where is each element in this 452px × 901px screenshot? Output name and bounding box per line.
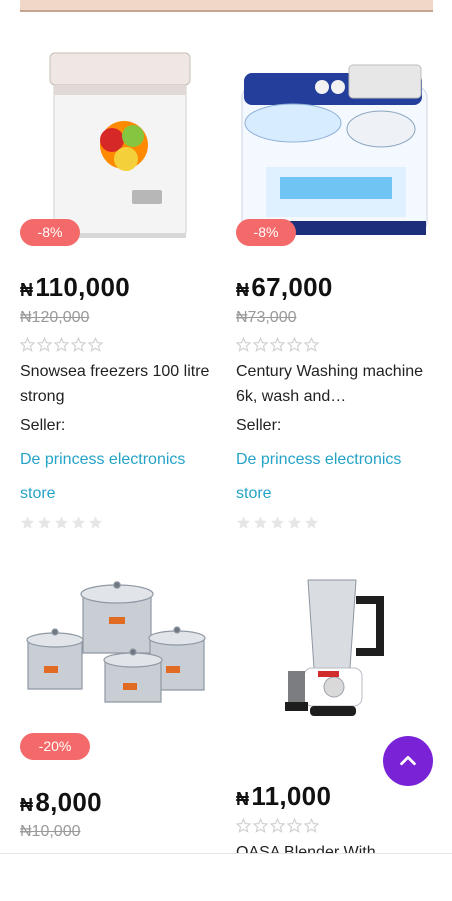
product-price: ₦110,000 xyxy=(20,272,130,303)
seller-rating-stars xyxy=(236,515,319,530)
price-value: 67,000 xyxy=(251,272,333,302)
discount-badge: -20% xyxy=(20,733,90,760)
star-outline-icon xyxy=(287,337,302,352)
currency-symbol: ₦ xyxy=(20,795,34,815)
price-value: 110,000 xyxy=(35,272,130,302)
star-filled-icon xyxy=(71,516,86,529)
star-filled-icon xyxy=(253,516,268,529)
seller-link[interactable]: De princess electronics store xyxy=(20,443,216,511)
star-filled-icon xyxy=(236,516,251,529)
old-price: ₦73,000 xyxy=(236,309,297,326)
seller-label: Seller: xyxy=(236,417,282,434)
star-outline-icon xyxy=(37,337,52,352)
product-price: ₦8,000 xyxy=(20,787,102,818)
old-price: ₦120,000 xyxy=(20,309,90,326)
rating-stars xyxy=(20,337,103,352)
rating-stars xyxy=(236,337,319,352)
star-filled-icon xyxy=(287,516,302,529)
star-outline-icon xyxy=(54,337,69,352)
star-outline-icon xyxy=(71,337,86,352)
product-card[interactable]: ₦11,000 OASA Blender With xyxy=(236,565,432,865)
currency-symbol: ₦ xyxy=(236,789,250,809)
product-title[interactable]: Century Washing machine 6k, wash and… xyxy=(236,359,426,409)
product-card[interactable]: -8% ₦110,000 ₦120,000 Snowsea freezers 1… xyxy=(20,45,216,545)
seller-rating-stars xyxy=(20,515,103,530)
star-outline-icon xyxy=(236,337,251,352)
rating-stars xyxy=(236,818,319,833)
product-price: ₦67,000 xyxy=(236,272,333,303)
star-outline-icon xyxy=(270,818,285,833)
star-outline-icon xyxy=(287,818,302,833)
star-filled-icon xyxy=(270,516,285,529)
chest-freezer-image[interactable] xyxy=(20,45,216,245)
star-outline-icon xyxy=(20,337,35,352)
star-filled-icon xyxy=(304,516,319,529)
star-filled-icon xyxy=(37,516,52,529)
scroll-to-top-button[interactable] xyxy=(383,736,433,786)
star-outline-icon xyxy=(270,337,285,352)
seller-label: Seller: xyxy=(20,417,66,434)
price-value: 8,000 xyxy=(35,787,102,817)
price-value: 11,000 xyxy=(251,781,332,811)
old-price: ₦10,000 xyxy=(20,823,81,840)
top-banner xyxy=(20,0,433,12)
product-price: ₦11,000 xyxy=(236,781,331,812)
discount-badge: -8% xyxy=(236,219,296,246)
blender-image[interactable] xyxy=(236,565,432,765)
product-card[interactable]: -20% ₦8,000 ₦10,000 xyxy=(20,565,216,865)
star-outline-icon xyxy=(253,337,268,352)
star-outline-icon xyxy=(304,818,319,833)
star-outline-icon xyxy=(236,818,251,833)
star-outline-icon xyxy=(88,337,103,352)
currency-symbol: ₦ xyxy=(20,280,34,300)
star-outline-icon xyxy=(304,337,319,352)
star-filled-icon xyxy=(20,516,35,529)
currency-symbol: ₦ xyxy=(236,280,250,300)
star-filled-icon xyxy=(88,516,103,529)
bottom-bar xyxy=(0,853,452,901)
star-outline-icon xyxy=(253,818,268,833)
washing-machine-image[interactable] xyxy=(236,45,432,245)
product-title[interactable]: Snowsea freezers 100 litre strong xyxy=(20,359,210,409)
seller-link[interactable]: De princess electronics store xyxy=(236,443,432,511)
star-filled-icon xyxy=(54,516,69,529)
chevron-up-icon xyxy=(400,755,416,766)
discount-badge: -8% xyxy=(20,219,80,246)
product-card[interactable]: -8% ₦67,000 ₦73,000 Century Washing mach… xyxy=(236,45,432,545)
